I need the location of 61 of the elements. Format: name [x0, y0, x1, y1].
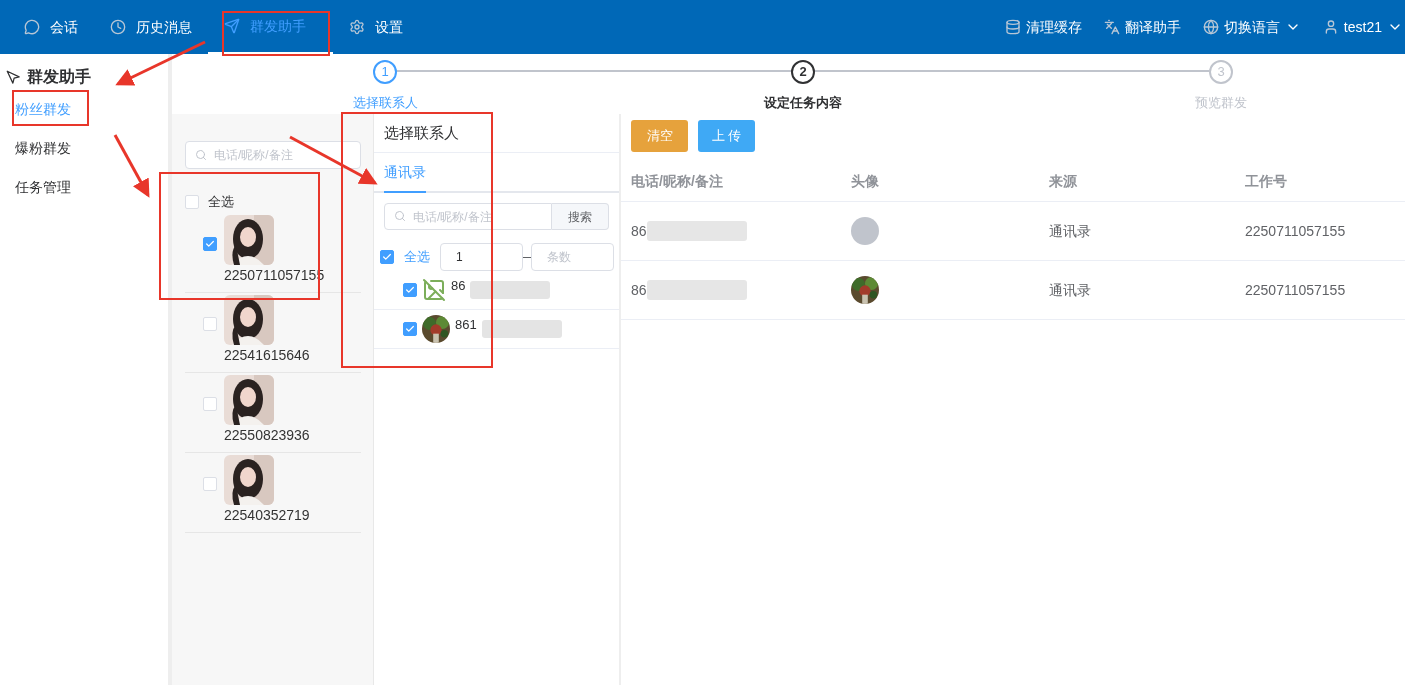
column-header: 工作号 [1245, 172, 1288, 191]
column-header: 头像 [851, 172, 880, 191]
chat-icon [24, 19, 40, 35]
fan-id: 22540352719 [224, 506, 310, 524]
range-start-field[interactable]: 1 [440, 243, 523, 271]
step-number: 1 [373, 60, 397, 84]
table-cell-text: 通讯录 [1049, 280, 1092, 300]
step-number: 2 [791, 60, 815, 84]
range-separator [523, 256, 531, 258]
globe-icon [1202, 19, 1219, 35]
sidebar-title: 群发助手 [27, 67, 91, 87]
tab[interactable]: 通讯录 [384, 153, 426, 193]
column-header: 电话/昵称/备注 [631, 172, 724, 191]
nav-tab[interactable]: 设置 [333, 0, 419, 54]
search-icon [195, 149, 207, 161]
checkbox[interactable] [403, 322, 417, 336]
sidebar-item[interactable]: 爆粉群发 [0, 129, 168, 168]
step-number: 3 [1209, 60, 1233, 84]
column-header: 来源 [1049, 172, 1078, 191]
check-icon [205, 239, 215, 249]
step-label: 设定任务内容 [764, 94, 842, 112]
toolbar-button[interactable]: 切换语言 [1202, 16, 1301, 38]
select-all-label: 全选 [404, 248, 430, 267]
search-icon [394, 210, 406, 222]
nav-tab[interactable]: 会话 [8, 0, 94, 54]
sidebar-item[interactable]: 任务管理 [0, 168, 168, 207]
table-cell-text: 2250711057155 [1245, 280, 1347, 300]
range-end-field[interactable]: 条数 [531, 243, 614, 271]
check-icon [405, 324, 415, 334]
contact-phone: 86 [451, 277, 466, 295]
settings-icon [349, 19, 365, 35]
search-field[interactable]: 电话/昵称/备注 [384, 203, 552, 230]
check-icon [382, 252, 392, 262]
checkbox[interactable] [203, 237, 217, 251]
checkbox[interactable] [380, 250, 394, 264]
table-cell-text: 86 [631, 280, 647, 300]
toolbar-button[interactable]: test21 [1322, 16, 1403, 38]
checkbox[interactable] [403, 283, 417, 297]
table-cell-text: 2250711057155 [1245, 221, 1347, 241]
translate-icon [1103, 19, 1120, 35]
search-button[interactable]: 搜索 [552, 203, 609, 230]
database-icon [1004, 19, 1021, 35]
contact-phone: 861 [455, 316, 477, 334]
table-cell-text: 通讯录 [1049, 221, 1092, 241]
select-all-label: 全选 [208, 193, 234, 212]
fan-id: 22541615646 [224, 346, 310, 364]
navigation-icon [6, 69, 21, 85]
check-icon [405, 285, 415, 295]
toolbar-button[interactable]: 翻译助手 [1103, 16, 1181, 38]
nav-tab[interactable]: 历史消息 [94, 0, 208, 54]
send-icon [224, 18, 240, 34]
annotation-arrow [113, 134, 150, 198]
sidebar-item[interactable]: 粉丝群发 [0, 90, 168, 129]
step-label: 预览群发 [1195, 94, 1247, 112]
table-cell-text: 86 [631, 221, 647, 241]
step-label: 选择联系人 [352, 94, 418, 112]
panel-title: 选择联系人 [384, 122, 459, 143]
toolbar-button[interactable]: 清理缓存 [1004, 16, 1082, 38]
fan-id: 22550823936 [224, 426, 310, 444]
clock-icon [110, 19, 126, 35]
search-field[interactable]: 电话/昵称/备注 [185, 141, 361, 169]
